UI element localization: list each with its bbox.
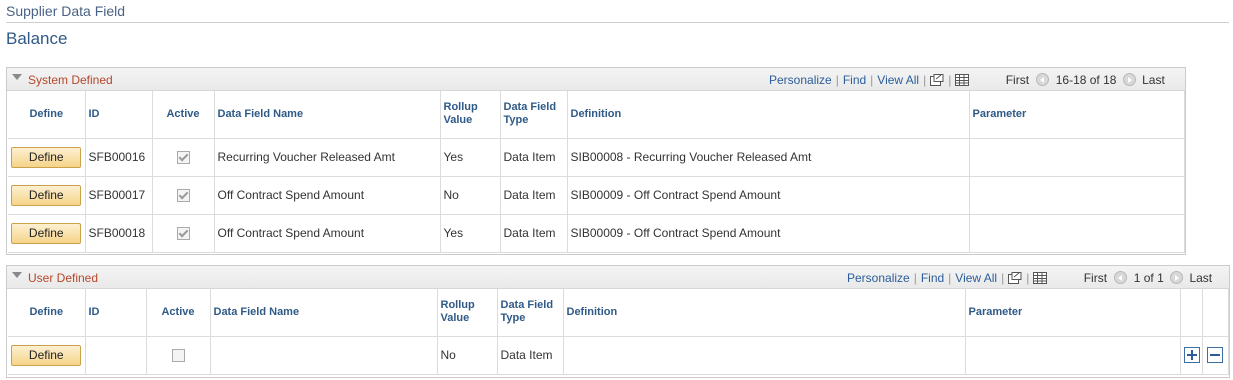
find-link[interactable]: Find bbox=[921, 271, 944, 285]
zoom-icon[interactable] bbox=[930, 74, 944, 89]
row-definition: SIB00009 - Off Contract Spend Amount bbox=[567, 176, 970, 215]
personalize-link[interactable]: Personalize bbox=[847, 271, 910, 285]
col-rollup-value[interactable]: Rollup Value bbox=[437, 289, 498, 337]
next-page-icon[interactable] bbox=[1122, 73, 1136, 86]
row-definition: SIB00009 - Off Contract Spend Amount bbox=[567, 214, 970, 253]
grid-title[interactable]: User Defined bbox=[28, 271, 98, 285]
col-definition[interactable]: Definition bbox=[567, 91, 970, 139]
row-rollup-value: Yes bbox=[440, 214, 501, 253]
col-add bbox=[1180, 289, 1203, 337]
table-header-row: Define ID Active Data Field Name Rollup … bbox=[8, 289, 1229, 337]
define-button[interactable]: Define bbox=[11, 146, 82, 168]
row-data-field-type: Data Item bbox=[500, 138, 568, 177]
last-label: Last bbox=[1142, 73, 1165, 87]
active-checkbox bbox=[176, 151, 190, 165]
col-data-field-type[interactable]: Data Field Type bbox=[497, 289, 564, 337]
row-parameter bbox=[969, 138, 1185, 177]
next-page-icon[interactable] bbox=[1170, 271, 1184, 284]
first-label: First bbox=[1083, 271, 1108, 285]
define-button[interactable]: Define bbox=[11, 222, 82, 244]
previous-page-icon[interactable] bbox=[1036, 73, 1050, 86]
define-button[interactable]: Define bbox=[11, 184, 82, 206]
table-row: Define SFB00018 Off Contract Spend Amoun… bbox=[8, 214, 1185, 253]
active-checkbox bbox=[176, 189, 190, 203]
col-define: Define bbox=[8, 91, 86, 139]
row-range: 16-18 of 18 bbox=[1055, 73, 1117, 87]
table-row: Define SFB00017 Off Contract Spend Amoun… bbox=[8, 176, 1185, 215]
breadcrumb: Supplier Data Field bbox=[6, 3, 126, 19]
row-data-field-name: Off Contract Spend Amount bbox=[214, 176, 441, 215]
system-defined-table: Define ID Active Data Field Name Rollup … bbox=[8, 91, 1185, 253]
first-label: First bbox=[1005, 73, 1030, 87]
col-delete bbox=[1202, 289, 1229, 337]
col-id[interactable]: ID bbox=[85, 289, 147, 337]
row-id: SFB00017 bbox=[85, 176, 153, 215]
row-data-field-name: Recurring Voucher Released Amt bbox=[214, 138, 441, 177]
grid-header: User Defined Personalize | Find | View All | |… bbox=[7, 266, 1229, 289]
collapse-arrow-icon[interactable] bbox=[12, 272, 22, 278]
grid-navigation: Personalize | Find | View All | | First 16-18 … bbox=[769, 73, 1165, 89]
row-rollup-value: Yes bbox=[440, 138, 501, 177]
grid-title[interactable]: System Defined bbox=[28, 73, 113, 87]
col-data-field-name[interactable]: Data Field Name bbox=[210, 289, 438, 337]
system-defined-grid: System Defined Personalize | Find | View All… bbox=[6, 67, 1186, 255]
col-id[interactable]: ID bbox=[85, 91, 153, 139]
collapse-arrow-icon[interactable] bbox=[12, 74, 22, 80]
col-parameter[interactable]: Parameter bbox=[965, 289, 1181, 337]
row-definition bbox=[563, 336, 966, 375]
row-id: SFB00018 bbox=[85, 214, 153, 253]
col-definition[interactable]: Definition bbox=[563, 289, 966, 337]
table-row: Define SFB00016 Recurring Voucher Releas… bbox=[8, 138, 1185, 177]
row-data-field-name: Off Contract Spend Amount bbox=[214, 214, 441, 253]
row-data-field-type: Data Item bbox=[500, 214, 568, 253]
grid-navigation: Personalize | Find | View All | | First 1 of 1… bbox=[847, 271, 1213, 287]
row-parameter bbox=[965, 336, 1181, 375]
row-rollup-value: No bbox=[440, 176, 501, 215]
add-row-icon[interactable] bbox=[1183, 347, 1200, 363]
row-definition: SIB00008 - Recurring Voucher Released Am… bbox=[567, 138, 970, 177]
col-active[interactable]: Active bbox=[152, 91, 215, 139]
personalize-link[interactable]: Personalize bbox=[769, 73, 832, 87]
view-all-link[interactable]: View All bbox=[877, 73, 919, 87]
col-define: Define bbox=[8, 289, 86, 337]
col-active[interactable]: Active bbox=[146, 289, 211, 337]
previous-page-icon[interactable] bbox=[1114, 271, 1128, 284]
row-data-field-type: Data Item bbox=[500, 176, 568, 215]
col-data-field-name[interactable]: Data Field Name bbox=[214, 91, 441, 139]
active-checkbox[interactable] bbox=[171, 349, 185, 363]
row-data-field-name bbox=[210, 336, 438, 375]
table-header-row: Define ID Active Data Field Name Rollup … bbox=[8, 91, 1185, 139]
table-row: Define No Data Item bbox=[8, 336, 1229, 375]
row-data-field-type: Data Item bbox=[497, 336, 564, 375]
find-link[interactable]: Find bbox=[843, 73, 866, 87]
active-checkbox bbox=[176, 227, 190, 241]
zoom-icon[interactable] bbox=[1008, 272, 1022, 287]
row-parameter bbox=[969, 214, 1185, 253]
page-title: Balance bbox=[6, 29, 68, 48]
download-grid-icon[interactable] bbox=[1033, 272, 1048, 287]
col-parameter[interactable]: Parameter bbox=[969, 91, 1185, 139]
row-rollup-value: No bbox=[437, 336, 498, 375]
grid-header: System Defined Personalize | Find | View All… bbox=[7, 68, 1185, 91]
col-data-field-type[interactable]: Data Field Type bbox=[500, 91, 568, 139]
download-grid-icon[interactable] bbox=[955, 74, 970, 89]
header-divider bbox=[6, 22, 1229, 23]
col-rollup-value[interactable]: Rollup Value bbox=[440, 91, 501, 139]
row-range: 1 of 1 bbox=[1133, 271, 1164, 285]
row-parameter bbox=[969, 176, 1185, 215]
user-defined-table: Define ID Active Data Field Name Rollup … bbox=[8, 289, 1229, 375]
last-label: Last bbox=[1189, 271, 1213, 285]
row-id: SFB00016 bbox=[85, 138, 153, 177]
view-all-link[interactable]: View All bbox=[955, 271, 997, 285]
row-id bbox=[85, 336, 147, 375]
user-defined-grid: User Defined Personalize | Find | View All | |… bbox=[6, 265, 1230, 378]
delete-row-icon[interactable] bbox=[1207, 347, 1223, 363]
define-button[interactable]: Define bbox=[11, 344, 82, 366]
